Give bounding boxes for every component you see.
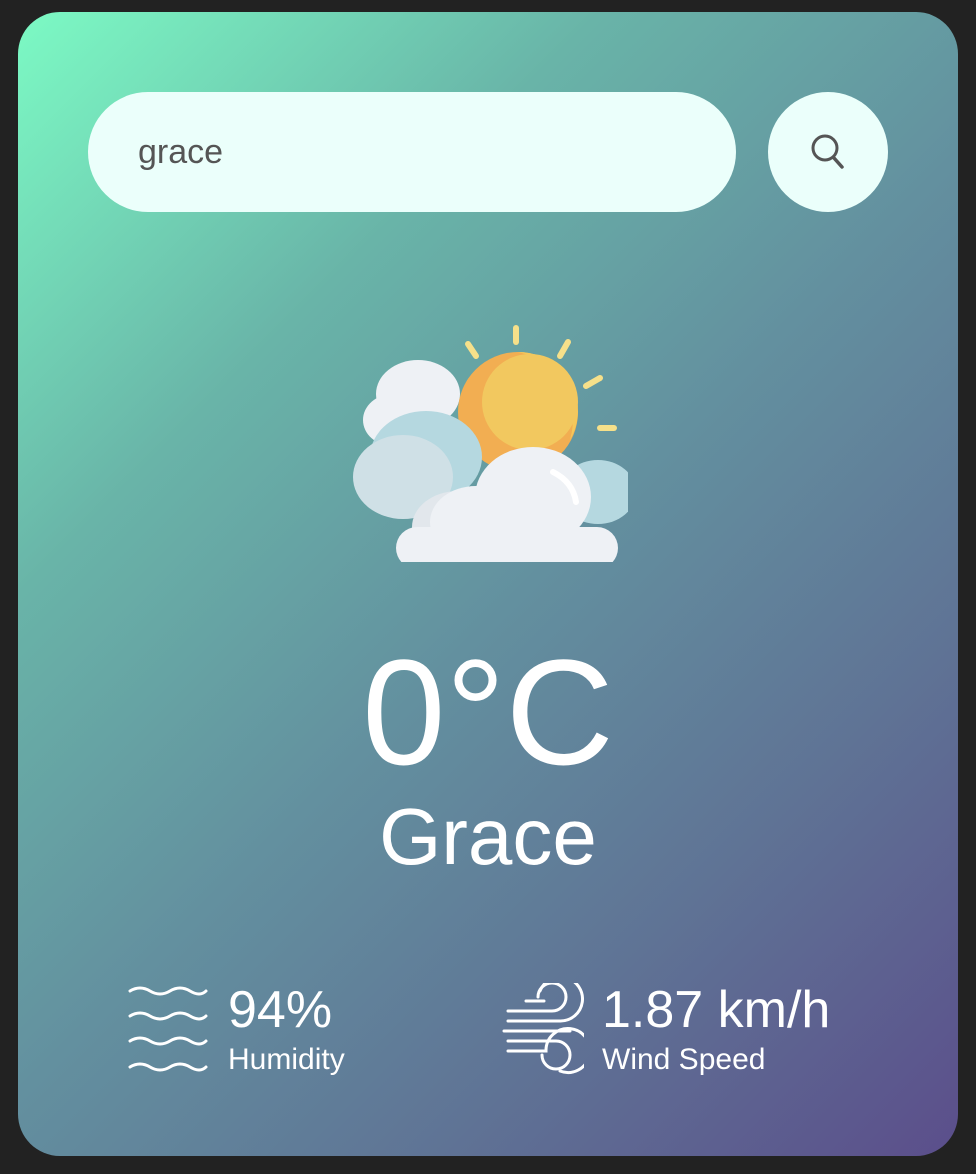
wind-icon (502, 983, 584, 1074)
weather-card: 0°C Grace 94% Humidity (18, 12, 958, 1156)
wind-speed-value: 1.87 km/h (602, 981, 831, 1039)
humidity-waves-icon (128, 986, 208, 1072)
temperature: 0°C (362, 628, 614, 796)
city-name: Grace (379, 792, 597, 881)
search-button[interactable] (768, 92, 888, 212)
wind-speed-label: Wind Speed (602, 1043, 766, 1076)
humidity-label: Humidity (228, 1043, 345, 1076)
search-input[interactable] (88, 92, 736, 212)
humidity-section: 94% Humidity (126, 982, 345, 1078)
humidity-value: 94% (228, 981, 333, 1039)
wind-section: 1.87 km/h Wind Speed (500, 982, 830, 1078)
partly-cloudy-icon (353, 325, 628, 562)
search-icon (811, 134, 844, 169)
